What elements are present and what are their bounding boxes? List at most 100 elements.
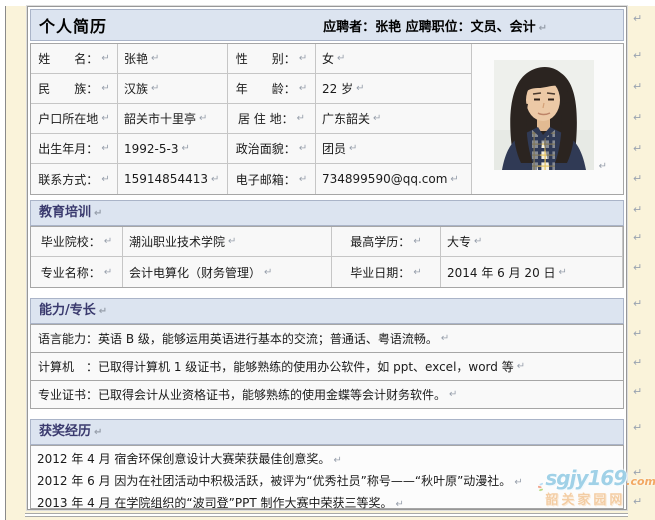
residence-value-cell: 广东韶关↵ [316,104,472,134]
field-value: 汉族 [124,80,148,97]
school-value-cell: 潮汕职业技术学院↵ [123,227,332,257]
ethnicity-value-cell: 汉族↵ [118,74,228,104]
next-table-edge [25,513,628,517]
cell-mark-icon: ↵ [450,174,458,185]
resume-document: 个人简历 应聘者：张艳 应聘职位：文员、会计↵ 姓 名：↵ 张艳↵ 性 别：↵ … [27,6,627,510]
table-row: 出生年月：↵ 1992-5-3↵ 政治面貌：↵ 团员↵ [31,134,472,164]
cell-mark-icon: ↵ [264,267,272,278]
award-text: 2013 年 4 月 在学院组织的“波司登”PPT 制作大赛中荣获三等奖。 [37,496,393,510]
field-value: 2014 年 6 月 20 日 [447,264,556,281]
paragraph-mark-icon: ↵ [633,327,642,340]
cell-mark-icon: ↵ [101,174,109,185]
field-label: 性 别： [236,50,296,67]
personal-info-grid: 姓 名：↵ 张艳↵ 性 别：↵ 女↵ 民 族：↵ 汉族↵ 年 龄：↵ 22 岁↵… [31,44,472,194]
applicant-info-text: 应聘者：张艳 应聘职位：文员、会计 [323,20,536,35]
cell-mark-icon: ↵ [299,143,307,154]
cell-mark-icon: ↵ [104,236,112,247]
paragraph-mark-icon: ↵ [633,297,642,310]
field-value: 广东韶关 [322,110,370,127]
birthdate-value-cell: 1992-5-3↵ [118,134,228,164]
field-label: 政治面貌： [236,140,296,157]
cell-mark-icon: ↵ [101,53,109,64]
section-header-skills: 能力/专长↵ [30,298,624,324]
contact-label-cell: 联系方式：↵ [31,164,118,194]
cell-mark-icon: ↵ [151,53,159,64]
age-label-cell: 年 龄：↵ [228,74,316,104]
field-label: 联系方式： [38,171,98,188]
field-label: 最高学历： [350,233,410,250]
household-value-cell: 韶关市十里亭↵ [118,104,228,134]
id-photo [494,60,594,170]
education-table: 毕业院校：↵ 潮汕职业技术学院↵ 最高学历：↵ 大专↵ 专业名称：↵ 会计电算化… [30,226,624,288]
section-title: 能力/专长 [39,303,96,318]
paragraph-mark-icon: ↵ [633,80,642,93]
cell-mark-icon: ↵ [299,174,307,185]
applicant-info: 应聘者：张艳 应聘职位：文员、会计↵ [323,16,547,35]
table-row: 户口所在地↵ 韶关市十里亭↵ 居 住 地：↵ 广东韶关↵ [31,104,472,134]
paragraph-mark-icon: ↵ [333,455,341,466]
field-label: 毕业院校： [41,233,101,250]
cell-mark-icon: ↵ [297,113,305,124]
skill-text: 专业证书：已取得会计从业资格证书，能够熟练的使用金蝶等会计财务软件。 [38,386,446,403]
skill-row-language: 语言能力：英语 B 级，能够运用英语进行基本的交流；普通话、粤语流畅。↵ [30,324,624,353]
email-value-cell: 734899590@qq.com↵ [316,164,472,194]
section-header-awards: 获奖经历↵ [30,419,624,445]
table-row: 专业名称：↵ 会计电算化（财务管理）↵ 毕业日期：↵ 2014 年 6 月 20… [31,257,623,287]
degree-value-cell: 大专↵ [441,227,623,257]
award-text: 2012 年 4 月 宿舍环保创意设计大赛荣获最佳创意奖。 [37,452,330,466]
cell-mark-icon: ↵ [181,143,189,154]
cell-mark-icon: ↵ [441,333,449,344]
field-label: 年 龄： [236,80,296,97]
field-value: 会计电算化（财务管理） [129,264,261,281]
paragraph-mark-icon: ↵ [539,23,547,34]
award-line: 2013 年 4 月 在学院组织的“波司登”PPT 制作大赛中荣获三等奖。↵ [37,493,617,515]
cell-mark-icon: ↵ [101,83,109,94]
cell-mark-icon: ↵ [373,113,381,124]
field-value: 15914854413 [124,172,208,186]
paragraph-mark-icon: ↵ [396,499,404,510]
table-row: 姓 名：↵ 张艳↵ 性 别：↵ 女↵ [31,44,472,74]
table-row: 毕业院校：↵ 潮汕职业技术学院↵ 最高学历：↵ 大专↵ [31,227,623,257]
cell-mark-icon: ↵ [599,161,607,172]
page-left-margin [0,0,6,520]
field-value: 大专 [447,233,471,250]
graduation-label-cell: 毕业日期：↵ [332,257,441,287]
field-value: 团员 [322,140,346,157]
cell-mark-icon: ↵ [413,267,421,278]
resume-title: 个人简历 [31,13,107,37]
cell-mark-icon: ↵ [559,267,567,278]
name-value-cell: 张艳↵ [118,44,228,74]
field-value: 22 岁 [322,80,353,97]
paragraph-mark-icon: ↵ [633,172,642,185]
paragraph-mark-icon: ↵ [633,203,642,216]
contact-value-cell: 15914854413↵ [118,164,228,194]
name-label-cell: 姓 名：↵ [31,44,118,74]
resume-title-bar: 个人简历 应聘者：张艳 应聘职位：文员、会计↵ [30,9,624,41]
cell-mark-icon: ↵ [449,389,457,400]
field-value: 潮汕职业技术学院 [129,233,225,250]
skill-row-certificate: 专业证书：已取得会计从业资格证书，能够熟练的使用金蝶等会计财务软件。↵ [30,380,624,409]
cell-mark-icon: ↵ [101,143,109,154]
field-label: 户口所在地 [38,110,98,127]
award-text: 2012 年 6 月 因为在社团活动中积极活跃，被评为“优秀社员”称号——“秋叶… [37,474,511,488]
field-value: 1992-5-3 [124,142,178,156]
cell-mark-icon: ↵ [199,113,207,124]
award-line: 2012 年 6 月 因为在社团活动中积极活跃，被评为“优秀社员”称号——“秋叶… [37,471,617,493]
field-label: 毕业日期： [350,264,410,281]
paragraph-mark-icon: ↵ [99,306,107,317]
paragraph-mark-icon: ↵ [514,477,522,488]
household-label-cell: 户口所在地↵ [31,104,118,134]
paragraph-mark-icon: ↵ [633,261,642,274]
award-line: 2012 年 4 月 宿舍环保创意设计大赛荣获最佳创意奖。↵ [37,449,617,471]
field-label: 出生年月： [38,140,98,157]
field-value: 女 [322,50,334,67]
cell-mark-icon: ↵ [151,83,159,94]
field-label: 居 住 地： [238,110,294,127]
field-value: 734899590@qq.com [322,172,447,186]
section-title: 教育培训 [39,205,91,220]
gender-value-cell: 女↵ [316,44,472,74]
gender-label-cell: 性 别：↵ [228,44,316,74]
section-header-education: 教育培训↵ [30,200,624,226]
paragraph-mark-icon: ↵ [633,49,642,62]
degree-label-cell: 最高学历：↵ [332,227,441,257]
